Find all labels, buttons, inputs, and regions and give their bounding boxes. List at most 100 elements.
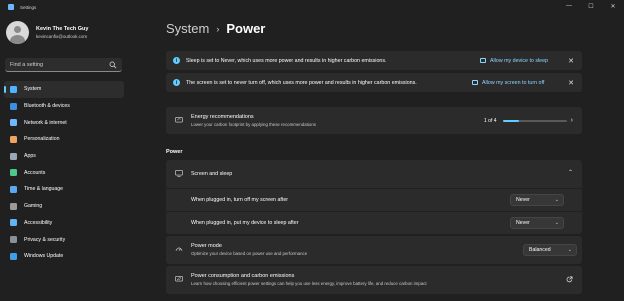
sidebar-item-label: Accounts (24, 169, 46, 176)
power-consumption-title: Power consumption and carbon emissions (191, 273, 295, 279)
leaf-icon (175, 117, 183, 123)
energy-title: Energy recommendations (191, 114, 254, 120)
window-title: Settings (20, 4, 37, 10)
apps-icon (10, 152, 17, 160)
close-window-button[interactable]: ✕ (602, 0, 624, 12)
chevron-down-icon: ⌄ (554, 197, 559, 203)
sidebar-item-personalization[interactable]: Personalization (4, 131, 124, 148)
sidebar-item-label: Time & language (24, 186, 64, 193)
device-link-icon (480, 58, 486, 63)
allow-screen-off-label: Allow my screen to turn off (482, 79, 545, 86)
chevron-up-icon[interactable]: ⌃ (568, 169, 573, 176)
sidebar-item-network-internet[interactable]: Network & internet (4, 114, 124, 131)
sidebar-item-time-language[interactable]: Time & language (4, 181, 124, 198)
sleep-after-row: When plugged in, put my device to sleep … (166, 212, 582, 234)
wifi-icon (10, 119, 17, 127)
power-mode-title: Power mode (191, 243, 222, 249)
sidebar-item-bluetooth-devices[interactable]: Bluetooth & devices (4, 98, 124, 115)
sidebar-item-label: System (24, 86, 42, 93)
sidebar-item-label: Apps (24, 153, 36, 160)
close-icon[interactable]: ✕ (568, 57, 574, 65)
search-icon[interactable] (109, 61, 117, 69)
sidebar-item-gaming[interactable]: Gaming (4, 198, 124, 215)
power-mode-dropdown[interactable]: Balanced ⌄ (523, 244, 577, 256)
sidebar: Kevin The Tech Guy kevincanfix@outlook.c… (0, 14, 126, 301)
title-bar: Settings — ☐ ✕ (0, 0, 624, 14)
sidebar-item-system[interactable]: System (4, 81, 124, 98)
globe-icon (10, 185, 17, 193)
maximize-button[interactable]: ☐ (580, 0, 602, 12)
sidebar-item-label: Personalization (24, 136, 60, 143)
energy-subtitle: Lower your carbon footprint by applying … (191, 122, 316, 127)
account-icon (10, 169, 17, 177)
allow-sleep-link[interactable]: Allow my device to sleep (480, 58, 548, 64)
chevron-down-icon: ⌄ (554, 220, 559, 226)
update-icon (10, 252, 17, 260)
chevron-right-icon: › (570, 117, 573, 124)
screen-off-row: When plugged in, turn off my screen afte… (166, 189, 582, 211)
sidebar-nav: System Bluetooth & devices Network & inter… (4, 81, 124, 265)
sleep-after-value: Never (516, 220, 530, 226)
close-icon[interactable]: ✕ (568, 79, 574, 87)
settings-app-icon (8, 4, 14, 10)
sleep-notice: i Sleep is set to Never, which uses more… (166, 51, 582, 70)
accessibility-icon (10, 219, 17, 227)
gamepad-icon (10, 202, 17, 210)
sleep-notice-text: Sleep is set to Never, which uses more p… (186, 57, 387, 64)
energy-recommendations-card[interactable]: Energy recommendations Lower your carbon… (166, 107, 582, 134)
power-mode-subtitle: Optimize your device based on power use … (191, 251, 308, 256)
energy-progress-fill (503, 120, 519, 122)
power-mode-value: Balanced (529, 247, 551, 253)
window-controls: — ☐ ✕ (558, 0, 624, 12)
search-box[interactable] (5, 58, 122, 72)
profile-email: kevincanfix@outlook.com (36, 34, 88, 39)
screen-notice: i The screen is set to never turn off, w… (166, 73, 582, 92)
system-icon (10, 85, 17, 93)
sidebar-item-windows-update[interactable]: Windows Update (4, 248, 124, 265)
info-icon: i (173, 57, 180, 64)
power-mode-card: Power mode Optimize your device based on… (166, 236, 582, 264)
chevron-down-icon: ⌄ (567, 247, 572, 253)
minimize-button[interactable]: — (558, 0, 580, 12)
info-icon: i (173, 79, 180, 86)
sidebar-item-apps[interactable]: Apps (4, 148, 124, 165)
screen-and-sleep-title: Screen and sleep (191, 171, 233, 177)
external-link-icon[interactable] (566, 276, 573, 283)
brush-icon (10, 135, 17, 143)
avatar (6, 21, 29, 44)
user-profile[interactable]: Kevin The Tech Guy kevincanfix@outlook.c… (6, 21, 88, 44)
screen-and-sleep-header[interactable]: Screen and sleep ⌃ (166, 160, 582, 188)
allow-sleep-label: Allow my device to sleep (490, 57, 548, 64)
screen-off-value: Never (516, 197, 530, 203)
power-mode-icon (175, 247, 183, 251)
sidebar-item-accessibility[interactable]: Accessibility (4, 215, 124, 232)
shield-icon (10, 236, 17, 244)
breadcrumb-separator-icon: › (216, 23, 220, 34)
sidebar-item-label: Windows Update (24, 253, 64, 260)
sidebar-item-label: Privacy & security (24, 236, 66, 243)
energy-progress-bar (503, 120, 567, 122)
sidebar-item-label: Gaming (24, 203, 43, 210)
monitor-sleep-icon (175, 170, 183, 177)
sidebar-item-label: Bluetooth & devices (24, 103, 70, 110)
bluetooth-icon (10, 102, 17, 110)
sleep-after-label: When plugged in, put my device to sleep … (191, 220, 299, 226)
sleep-after-dropdown[interactable]: Never ⌄ (510, 217, 564, 229)
sidebar-item-privacy-security[interactable]: Privacy & security (4, 231, 124, 248)
screen-off-dropdown[interactable]: Never ⌄ (510, 194, 564, 206)
sidebar-item-label: Accessibility (24, 219, 53, 226)
screen-notice-text: The screen is set to never turn off, whi… (186, 79, 417, 86)
breadcrumb: System › Power (166, 21, 265, 36)
allow-screen-off-link[interactable]: Allow my screen to turn off (472, 80, 544, 86)
sidebar-item-label: Network & internet (24, 119, 67, 126)
leaf-monitor-icon (175, 276, 183, 282)
power-consumption-subtitle: Learn how choosing efficient power setti… (191, 281, 427, 286)
screen-link-icon (472, 80, 478, 85)
breadcrumb-parent[interactable]: System (166, 21, 209, 36)
profile-name: Kevin The Tech Guy (36, 26, 89, 32)
search-input[interactable] (10, 61, 105, 68)
energy-progress-text: 1 of 4 (484, 118, 497, 124)
power-section-label: Power (166, 149, 183, 155)
power-consumption-card[interactable]: Power consumption and carbon emissions L… (166, 266, 582, 294)
sidebar-item-accounts[interactable]: Accounts (4, 164, 124, 181)
